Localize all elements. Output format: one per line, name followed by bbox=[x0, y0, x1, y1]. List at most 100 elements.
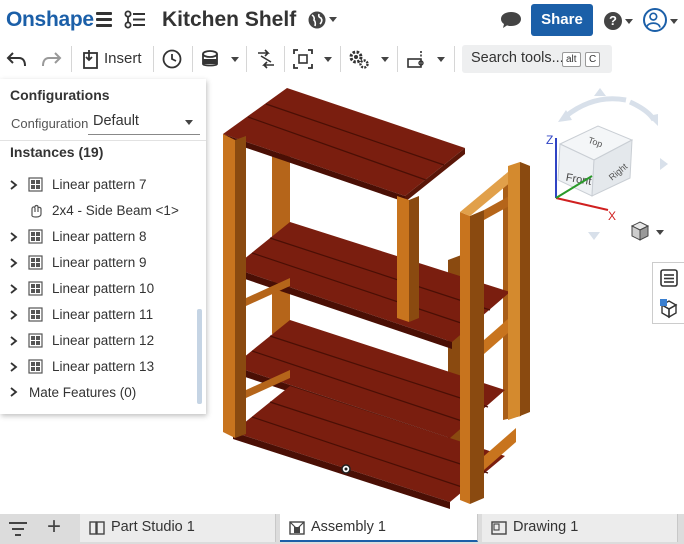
top-bar: Onshape Kitchen Shelf Share ? bbox=[0, 0, 684, 40]
list-item[interactable]: Linear pattern 13 bbox=[0, 354, 196, 380]
list-item[interactable]: Linear pattern 12 bbox=[0, 328, 196, 354]
toolbar: Insert Search tools... alt C bbox=[0, 40, 684, 78]
configuration-label: Configuration bbox=[11, 116, 89, 131]
mate-connector-icon[interactable] bbox=[199, 48, 221, 70]
transform-icon[interactable] bbox=[255, 48, 277, 70]
gears-dropdown-caret[interactable] bbox=[381, 57, 389, 62]
mate-dropdown-caret[interactable] bbox=[231, 57, 239, 62]
onshape-logo[interactable]: Onshape bbox=[6, 8, 94, 32]
list-item[interactable]: Linear pattern 8 bbox=[0, 224, 196, 250]
linear-pattern-icon bbox=[28, 281, 43, 296]
toolbar-separator bbox=[246, 46, 247, 72]
shortcut-key: C bbox=[585, 52, 601, 67]
linear-pattern-icon bbox=[28, 333, 43, 348]
chevron-right-icon[interactable] bbox=[10, 232, 18, 242]
add-tab-icon[interactable]: + bbox=[44, 515, 64, 539]
globe-icon[interactable] bbox=[307, 10, 327, 30]
toolbar-separator bbox=[284, 46, 285, 72]
part-studio-icon bbox=[89, 521, 105, 535]
fit-dropdown-caret[interactable] bbox=[324, 57, 332, 62]
instance-label: Linear pattern 13 bbox=[52, 359, 155, 374]
menu-icon[interactable] bbox=[96, 12, 112, 27]
insert-icon[interactable] bbox=[80, 48, 102, 70]
tab-drawing[interactable]: Drawing 1 bbox=[482, 514, 678, 542]
toolbar-separator bbox=[192, 46, 193, 72]
linear-pattern-icon bbox=[28, 255, 43, 270]
linear-pattern-icon bbox=[28, 307, 43, 322]
instance-label: Linear pattern 11 bbox=[52, 307, 154, 322]
redo-icon[interactable] bbox=[40, 48, 62, 70]
assembly-icon bbox=[289, 521, 305, 535]
help-icon[interactable]: ? bbox=[604, 12, 622, 30]
panel-scrollbar-thumb[interactable] bbox=[197, 309, 202, 404]
list-item[interactable]: Linear pattern 11 bbox=[0, 302, 196, 328]
insert-button[interactable]: Insert bbox=[104, 50, 142, 67]
instance-label: Linear pattern 7 bbox=[52, 177, 147, 192]
configurations-title: Configurations bbox=[10, 87, 110, 103]
history-clock-icon[interactable] bbox=[161, 48, 183, 70]
appearance-cube-icon[interactable] bbox=[658, 298, 680, 320]
globe-dropdown-caret[interactable] bbox=[329, 17, 337, 22]
chevron-right-icon[interactable] bbox=[10, 310, 18, 320]
search-tools-input[interactable]: Search tools... alt C bbox=[462, 45, 612, 73]
tab-label: Assembly 1 bbox=[311, 519, 386, 535]
list-item[interactable]: Linear pattern 7 bbox=[0, 172, 196, 198]
document-title[interactable]: Kitchen Shelf bbox=[162, 8, 296, 32]
user-dropdown-caret[interactable] bbox=[670, 19, 678, 24]
instance-label: 2x4 - Side Beam <1> bbox=[52, 203, 179, 218]
bom-list-icon[interactable] bbox=[659, 268, 679, 288]
chevron-right-icon[interactable] bbox=[10, 258, 18, 268]
configuration-value: Default bbox=[93, 113, 139, 129]
tab-part-studio[interactable]: Part Studio 1 bbox=[80, 514, 276, 542]
configuration-select[interactable]: Default bbox=[88, 109, 200, 135]
explode-dropdown-caret[interactable] bbox=[437, 57, 445, 62]
shortcut-key: alt bbox=[562, 52, 581, 67]
fit-view-icon[interactable] bbox=[292, 48, 314, 70]
chevron-down-icon bbox=[185, 120, 193, 125]
undo-icon[interactable] bbox=[6, 48, 28, 70]
share-button[interactable]: Share bbox=[531, 4, 593, 36]
toolbar-separator bbox=[397, 46, 398, 72]
instance-label: Linear pattern 12 bbox=[52, 333, 155, 348]
onshape-app: Onshape Kitchen Shelf Share ? Insert Sea… bbox=[0, 0, 684, 544]
tab-filter-icon[interactable] bbox=[8, 520, 28, 538]
chevron-right-icon[interactable] bbox=[10, 284, 18, 294]
chevron-right-icon[interactable] bbox=[10, 336, 18, 346]
gears-icon[interactable] bbox=[348, 48, 370, 70]
configurations-panel: Configurations Configuration Default Ins… bbox=[0, 79, 206, 414]
comments-icon[interactable] bbox=[500, 11, 522, 29]
tab-label: Drawing 1 bbox=[513, 519, 579, 535]
instance-label: Linear pattern 9 bbox=[52, 255, 147, 270]
instance-label: Linear pattern 8 bbox=[52, 229, 147, 244]
feature-list-icon[interactable] bbox=[124, 10, 146, 30]
toolbar-separator bbox=[153, 46, 154, 72]
instances-list: Linear pattern 7 2x4 - Side Beam <1> Lin… bbox=[0, 172, 196, 380]
explode-view-icon[interactable] bbox=[405, 48, 427, 70]
panel-divider bbox=[0, 140, 206, 141]
chevron-right-icon[interactable] bbox=[10, 387, 18, 397]
axis-z-label: Z bbox=[546, 133, 553, 147]
search-tools-label: Search tools... bbox=[471, 50, 564, 66]
chevron-right-icon[interactable] bbox=[10, 180, 18, 190]
help-dropdown-caret[interactable] bbox=[625, 19, 633, 24]
list-item[interactable]: 2x4 - Side Beam <1> bbox=[0, 198, 196, 224]
toolbar-separator bbox=[340, 46, 341, 72]
instances-title: Instances (19) bbox=[10, 144, 104, 160]
mate-features-item[interactable]: Mate Features (0) bbox=[0, 379, 196, 405]
list-item[interactable]: Linear pattern 9 bbox=[0, 250, 196, 276]
part-instance-icon bbox=[31, 204, 42, 218]
linear-pattern-icon bbox=[28, 177, 43, 192]
user-avatar-icon[interactable] bbox=[643, 8, 667, 32]
view-cube[interactable]: Top Front Right Z X bbox=[536, 86, 684, 246]
tab-assembly[interactable]: Assembly 1 bbox=[280, 514, 478, 542]
tab-bar: Part Studio 1 Assembly 1 Drawing 1 bbox=[0, 514, 684, 544]
toolbar-separator bbox=[454, 46, 455, 72]
drawing-icon bbox=[491, 521, 507, 535]
list-item[interactable]: Linear pattern 10 bbox=[0, 276, 196, 302]
right-panel-icons bbox=[652, 262, 684, 324]
instance-label: Linear pattern 10 bbox=[52, 281, 155, 296]
axis-x-label: X bbox=[608, 209, 616, 223]
chevron-right-icon[interactable] bbox=[10, 362, 18, 372]
tab-label: Part Studio 1 bbox=[111, 519, 195, 535]
linear-pattern-icon bbox=[28, 229, 43, 244]
